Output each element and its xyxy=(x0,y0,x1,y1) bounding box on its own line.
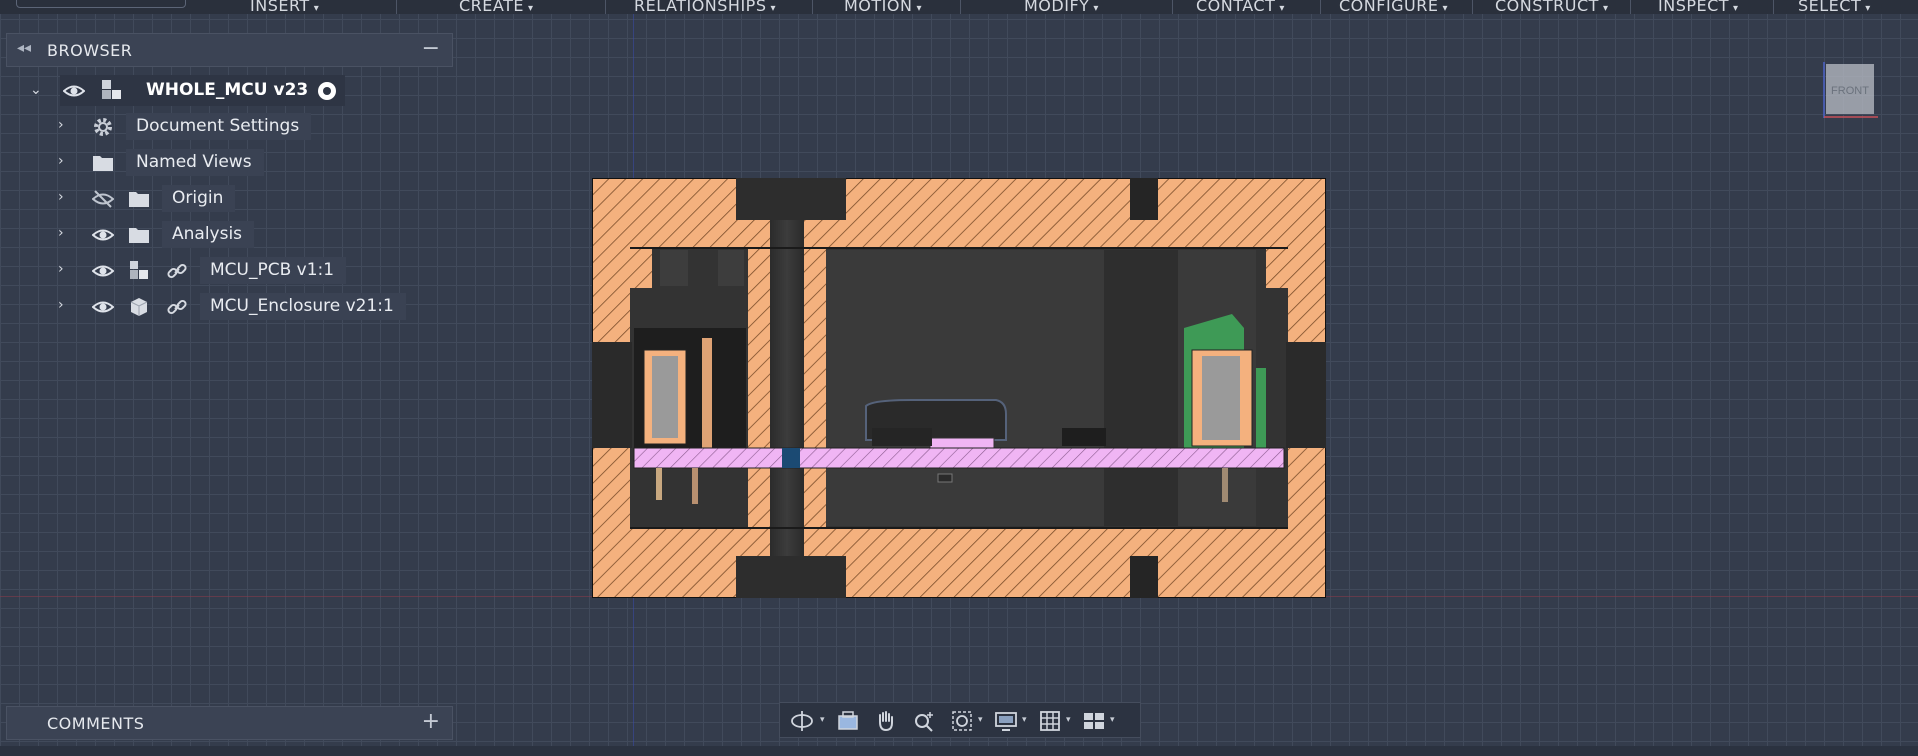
folder-icon xyxy=(93,156,113,171)
fit-dropdown-icon[interactable]: ▾ xyxy=(978,715,983,725)
active-radio-icon[interactable] xyxy=(316,80,338,102)
orbit-dropdown-icon[interactable]: ▾ xyxy=(820,715,825,725)
menu-select[interactable]: SELECT ▾ xyxy=(1798,0,1871,14)
chevron-right-icon[interactable]: › xyxy=(58,225,64,241)
item-label: MCU_Enclosure v21:1 xyxy=(200,293,406,320)
chevron-down-icon[interactable]: ⌄ xyxy=(30,82,42,98)
link-icon xyxy=(167,263,187,279)
comments-panel-header[interactable]: COMMENTS + xyxy=(6,706,453,740)
orbit-icon[interactable] xyxy=(788,709,816,733)
bottom-status-strip xyxy=(0,746,1918,756)
collapse-left-icon[interactable]: ◂◂ xyxy=(17,40,31,56)
grid-dropdown-icon[interactable]: ▾ xyxy=(1066,715,1071,725)
folder-icon xyxy=(129,192,149,207)
browser-panel-header[interactable]: ◂◂ BROWSER − xyxy=(6,33,453,67)
menu-contact[interactable]: CONTACT ▾ xyxy=(1196,0,1285,14)
eye-icon[interactable] xyxy=(63,80,85,102)
chevron-right-icon[interactable]: › xyxy=(58,189,64,205)
menu-construct[interactable]: CONSTRUCT ▾ xyxy=(1495,0,1608,14)
grid-icon[interactable] xyxy=(1036,709,1064,733)
menu-modify[interactable]: MODIFY ▾ xyxy=(1024,0,1099,14)
item-label: Origin xyxy=(162,185,236,212)
fit-window-icon[interactable] xyxy=(948,709,976,733)
component-icon xyxy=(130,261,148,279)
add-comment-icon[interactable]: + xyxy=(422,709,440,734)
item-label: Document Settings xyxy=(126,113,312,140)
look-at-icon[interactable] xyxy=(834,709,862,733)
chevron-right-icon[interactable]: › xyxy=(58,117,64,133)
menu-insert[interactable]: INSERT ▾ xyxy=(250,0,319,14)
view-cube[interactable]: FRONT xyxy=(1818,62,1878,118)
body-icon xyxy=(130,298,148,316)
menu-configure[interactable]: CONFIGURE ▾ xyxy=(1339,0,1448,14)
viewports-icon[interactable] xyxy=(1080,709,1108,733)
menu-create[interactable]: CREATE ▾ xyxy=(459,0,534,14)
view-cube-face-label: FRONT xyxy=(1831,85,1869,97)
comments-title: COMMENTS xyxy=(47,714,145,733)
display-settings-icon[interactable] xyxy=(992,709,1020,733)
display-dropdown-icon[interactable]: ▾ xyxy=(1022,715,1027,725)
browser-title: BROWSER xyxy=(47,41,133,60)
assembly-icon xyxy=(102,80,121,99)
eye-icon[interactable] xyxy=(92,224,114,246)
gear-icon xyxy=(94,118,112,136)
link-icon xyxy=(167,299,187,315)
menu-relationships[interactable]: RELATIONSHIPS ▾ xyxy=(634,0,776,14)
toolbar-mode-button[interactable] xyxy=(16,0,186,8)
menu-motion[interactable]: MOTION ▾ xyxy=(844,0,922,14)
chevron-right-icon[interactable]: › xyxy=(58,261,64,277)
navigation-bar: ▾ ▾ ▾ ▾ ▾ xyxy=(779,702,1141,738)
eye-icon[interactable] xyxy=(92,296,114,318)
model-section-view[interactable] xyxy=(592,178,1326,598)
item-label: Analysis xyxy=(162,221,255,248)
eye-hidden-icon[interactable] xyxy=(92,188,114,210)
minimize-icon[interactable]: − xyxy=(422,36,440,61)
item-label: Named Views xyxy=(126,149,264,176)
item-label: MCU_PCB v1:1 xyxy=(200,257,347,284)
folder-icon xyxy=(129,228,149,243)
viewports-dropdown-icon[interactable]: ▾ xyxy=(1110,715,1115,725)
root-label: WHOLE_MCU v23 xyxy=(146,80,309,100)
chevron-right-icon[interactable]: › xyxy=(58,297,64,313)
eye-icon[interactable] xyxy=(92,260,114,282)
pan-hand-icon[interactable] xyxy=(872,709,900,733)
menu-inspect[interactable]: INSPECT ▾ xyxy=(1658,0,1739,14)
chevron-right-icon[interactable]: › xyxy=(58,153,64,169)
zoom-icon[interactable] xyxy=(910,709,938,733)
top-toolbar: INSERT ▾ CREATE ▾ RELATIONSHIPS ▾ MOTION ▾ M… xyxy=(0,0,1918,14)
